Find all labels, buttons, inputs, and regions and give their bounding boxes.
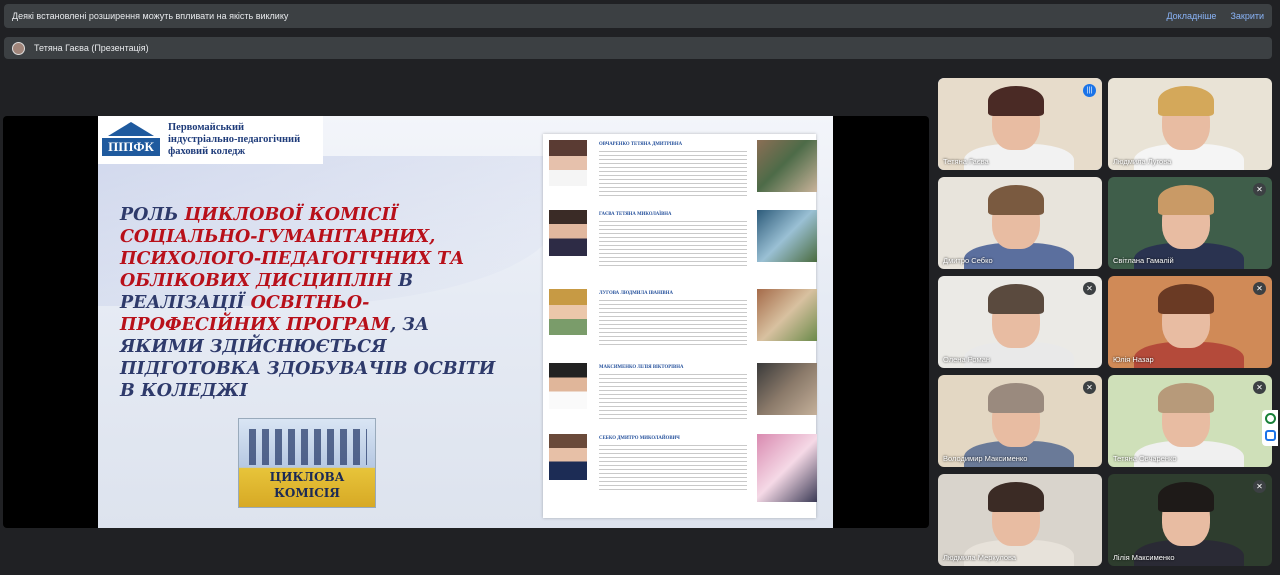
close-banner-link[interactable]: Закрити bbox=[1230, 11, 1264, 21]
participant-tile[interactable]: Людмила Лугова bbox=[1108, 78, 1272, 170]
title-part: Роль bbox=[120, 205, 185, 225]
participant-name: Юлія Назар bbox=[1113, 355, 1154, 364]
extension-warning-banner: Деякі встановлені розширення можуть впли… bbox=[4, 4, 1272, 28]
member-bio bbox=[599, 151, 747, 199]
participant-hair bbox=[988, 482, 1044, 512]
side-panel-buttons bbox=[1262, 410, 1278, 446]
mic-off-icon: ✕ bbox=[1253, 183, 1266, 196]
member-name: СЕБКО Дмитро Миколайович bbox=[599, 436, 680, 441]
presentation-stage[interactable]: ПІПФК Первомайський індустріально-педаго… bbox=[3, 116, 929, 528]
mic-off-icon: ✕ bbox=[1083, 282, 1096, 295]
participant-name: Олена Роман bbox=[943, 355, 991, 364]
mic-off-icon: ✕ bbox=[1253, 381, 1266, 394]
member-bio bbox=[599, 221, 747, 269]
mic-off-icon: ✕ bbox=[1253, 480, 1266, 493]
member-photo bbox=[549, 210, 587, 256]
member-entry: МАКСИМЕНКО Лілія Вікторівна bbox=[549, 363, 817, 429]
college-name: Первомайський індустріально-педагогічний… bbox=[168, 122, 300, 158]
participant-tile[interactable]: Дмитро Себко bbox=[938, 177, 1102, 269]
participant-hair bbox=[1158, 185, 1214, 215]
image-caption: Циклова комісія bbox=[269, 470, 345, 500]
participant-name: Дмитро Себко bbox=[943, 256, 993, 265]
member-name: МАКСИМЕНКО Лілія Вікторівна bbox=[599, 365, 684, 370]
participant-hair bbox=[1158, 86, 1214, 116]
participant-hair bbox=[1158, 482, 1214, 512]
presenter-bar: Тетяна Гаєва (Презентація) bbox=[4, 37, 1272, 59]
member-bio bbox=[599, 300, 747, 348]
participant-hair bbox=[1158, 284, 1214, 314]
participant-tile[interactable]: Юлія Назар ✕ bbox=[1108, 276, 1272, 368]
member-entry: ОВЧАРЕНКО Тетяна Дмитрівна bbox=[549, 140, 817, 206]
participant-name: Світлана Гамалій bbox=[1113, 256, 1174, 265]
chat-panel-icon[interactable] bbox=[1265, 430, 1276, 441]
participant-tile[interactable]: Олена Роман ✕ bbox=[938, 276, 1102, 368]
mic-off-icon: ✕ bbox=[1083, 381, 1096, 394]
participant-tile[interactable]: Тетяна Овчаренко ✕ bbox=[1108, 375, 1272, 467]
participant-tile[interactable]: Світлана Гамалій ✕ bbox=[1108, 177, 1272, 269]
college-name-line: індустріально-педагогічний bbox=[168, 134, 301, 145]
member-activity-photo bbox=[757, 434, 817, 502]
college-logo: ПІПФК Первомайський індустріально-педаго… bbox=[98, 116, 323, 164]
member-photo bbox=[549, 289, 587, 335]
college-name-line: фаховий коледж bbox=[168, 146, 246, 157]
people-silhouettes bbox=[249, 429, 367, 465]
participant-tile[interactable]: Володимир Максименко ✕ bbox=[938, 375, 1102, 467]
member-bio bbox=[599, 445, 747, 493]
participant-tile[interactable]: Тетяна Гаєва ||| bbox=[938, 78, 1102, 170]
member-activity-photo bbox=[757, 140, 817, 192]
details-link[interactable]: Докладніше bbox=[1166, 11, 1216, 21]
participant-hair bbox=[988, 383, 1044, 413]
participant-hair bbox=[988, 86, 1044, 116]
cycle-commission-image: Циклова комісія bbox=[238, 418, 376, 508]
member-activity-photo bbox=[757, 289, 817, 341]
member-activity-photo bbox=[757, 210, 817, 262]
participant-name: Лілія Максименко bbox=[1113, 553, 1175, 562]
participant-tile[interactable]: Лілія Максименко ✕ bbox=[1108, 474, 1272, 566]
mic-off-icon: ✕ bbox=[1253, 282, 1266, 295]
member-name: ОВЧАРЕНКО Тетяна Дмитрівна bbox=[599, 142, 683, 147]
member-name: ГАЄВА Тетяна Миколаївна bbox=[599, 212, 672, 217]
participant-hair bbox=[1158, 383, 1214, 413]
activities-icon[interactable] bbox=[1265, 413, 1276, 424]
participant-name: Тетяна Гаєва bbox=[943, 157, 989, 166]
participant-name: Володимир Максименко bbox=[943, 454, 1028, 463]
logo-abbr: ПІПФК bbox=[102, 138, 160, 156]
presenter-label: Тетяна Гаєва (Презентація) bbox=[34, 43, 149, 53]
member-photo bbox=[549, 434, 587, 480]
member-photo bbox=[549, 363, 587, 409]
participant-tile[interactable]: Людмила Меркулова bbox=[938, 474, 1102, 566]
slide-title: Роль циклової комісії соціально-гуманіта… bbox=[120, 204, 500, 402]
member-name: ЛУГОВА Людмила Іванівна bbox=[599, 291, 673, 296]
college-name-line: Первомайський bbox=[168, 122, 245, 133]
participant-hair bbox=[988, 284, 1044, 314]
presentation-slide: ПІПФК Первомайський індустріально-педаго… bbox=[98, 116, 833, 528]
member-entry: СЕБКО Дмитро Миколайович bbox=[549, 434, 817, 502]
participant-name: Тетяна Овчаренко bbox=[1113, 454, 1177, 463]
participant-hair bbox=[988, 185, 1044, 215]
participant-name: Людмила Меркулова bbox=[943, 553, 1017, 562]
member-bio bbox=[599, 374, 747, 422]
member-photo bbox=[549, 140, 587, 186]
banner-message: Деякі встановлені розширення можуть впли… bbox=[12, 11, 289, 21]
speaking-indicator-icon: ||| bbox=[1083, 84, 1096, 97]
college-logo-icon: ПІПФК bbox=[102, 120, 160, 160]
presenter-avatar bbox=[12, 41, 25, 55]
member-entry: ГАЄВА Тетяна Миколаївна bbox=[549, 210, 817, 276]
member-entry: ЛУГОВА Людмила Іванівна bbox=[549, 289, 817, 355]
members-document: ОВЧАРЕНКО Тетяна Дмитрівна ГАЄВА Тетяна … bbox=[543, 134, 817, 518]
member-activity-photo bbox=[757, 363, 817, 415]
participant-name: Людмила Лугова bbox=[1113, 157, 1172, 166]
